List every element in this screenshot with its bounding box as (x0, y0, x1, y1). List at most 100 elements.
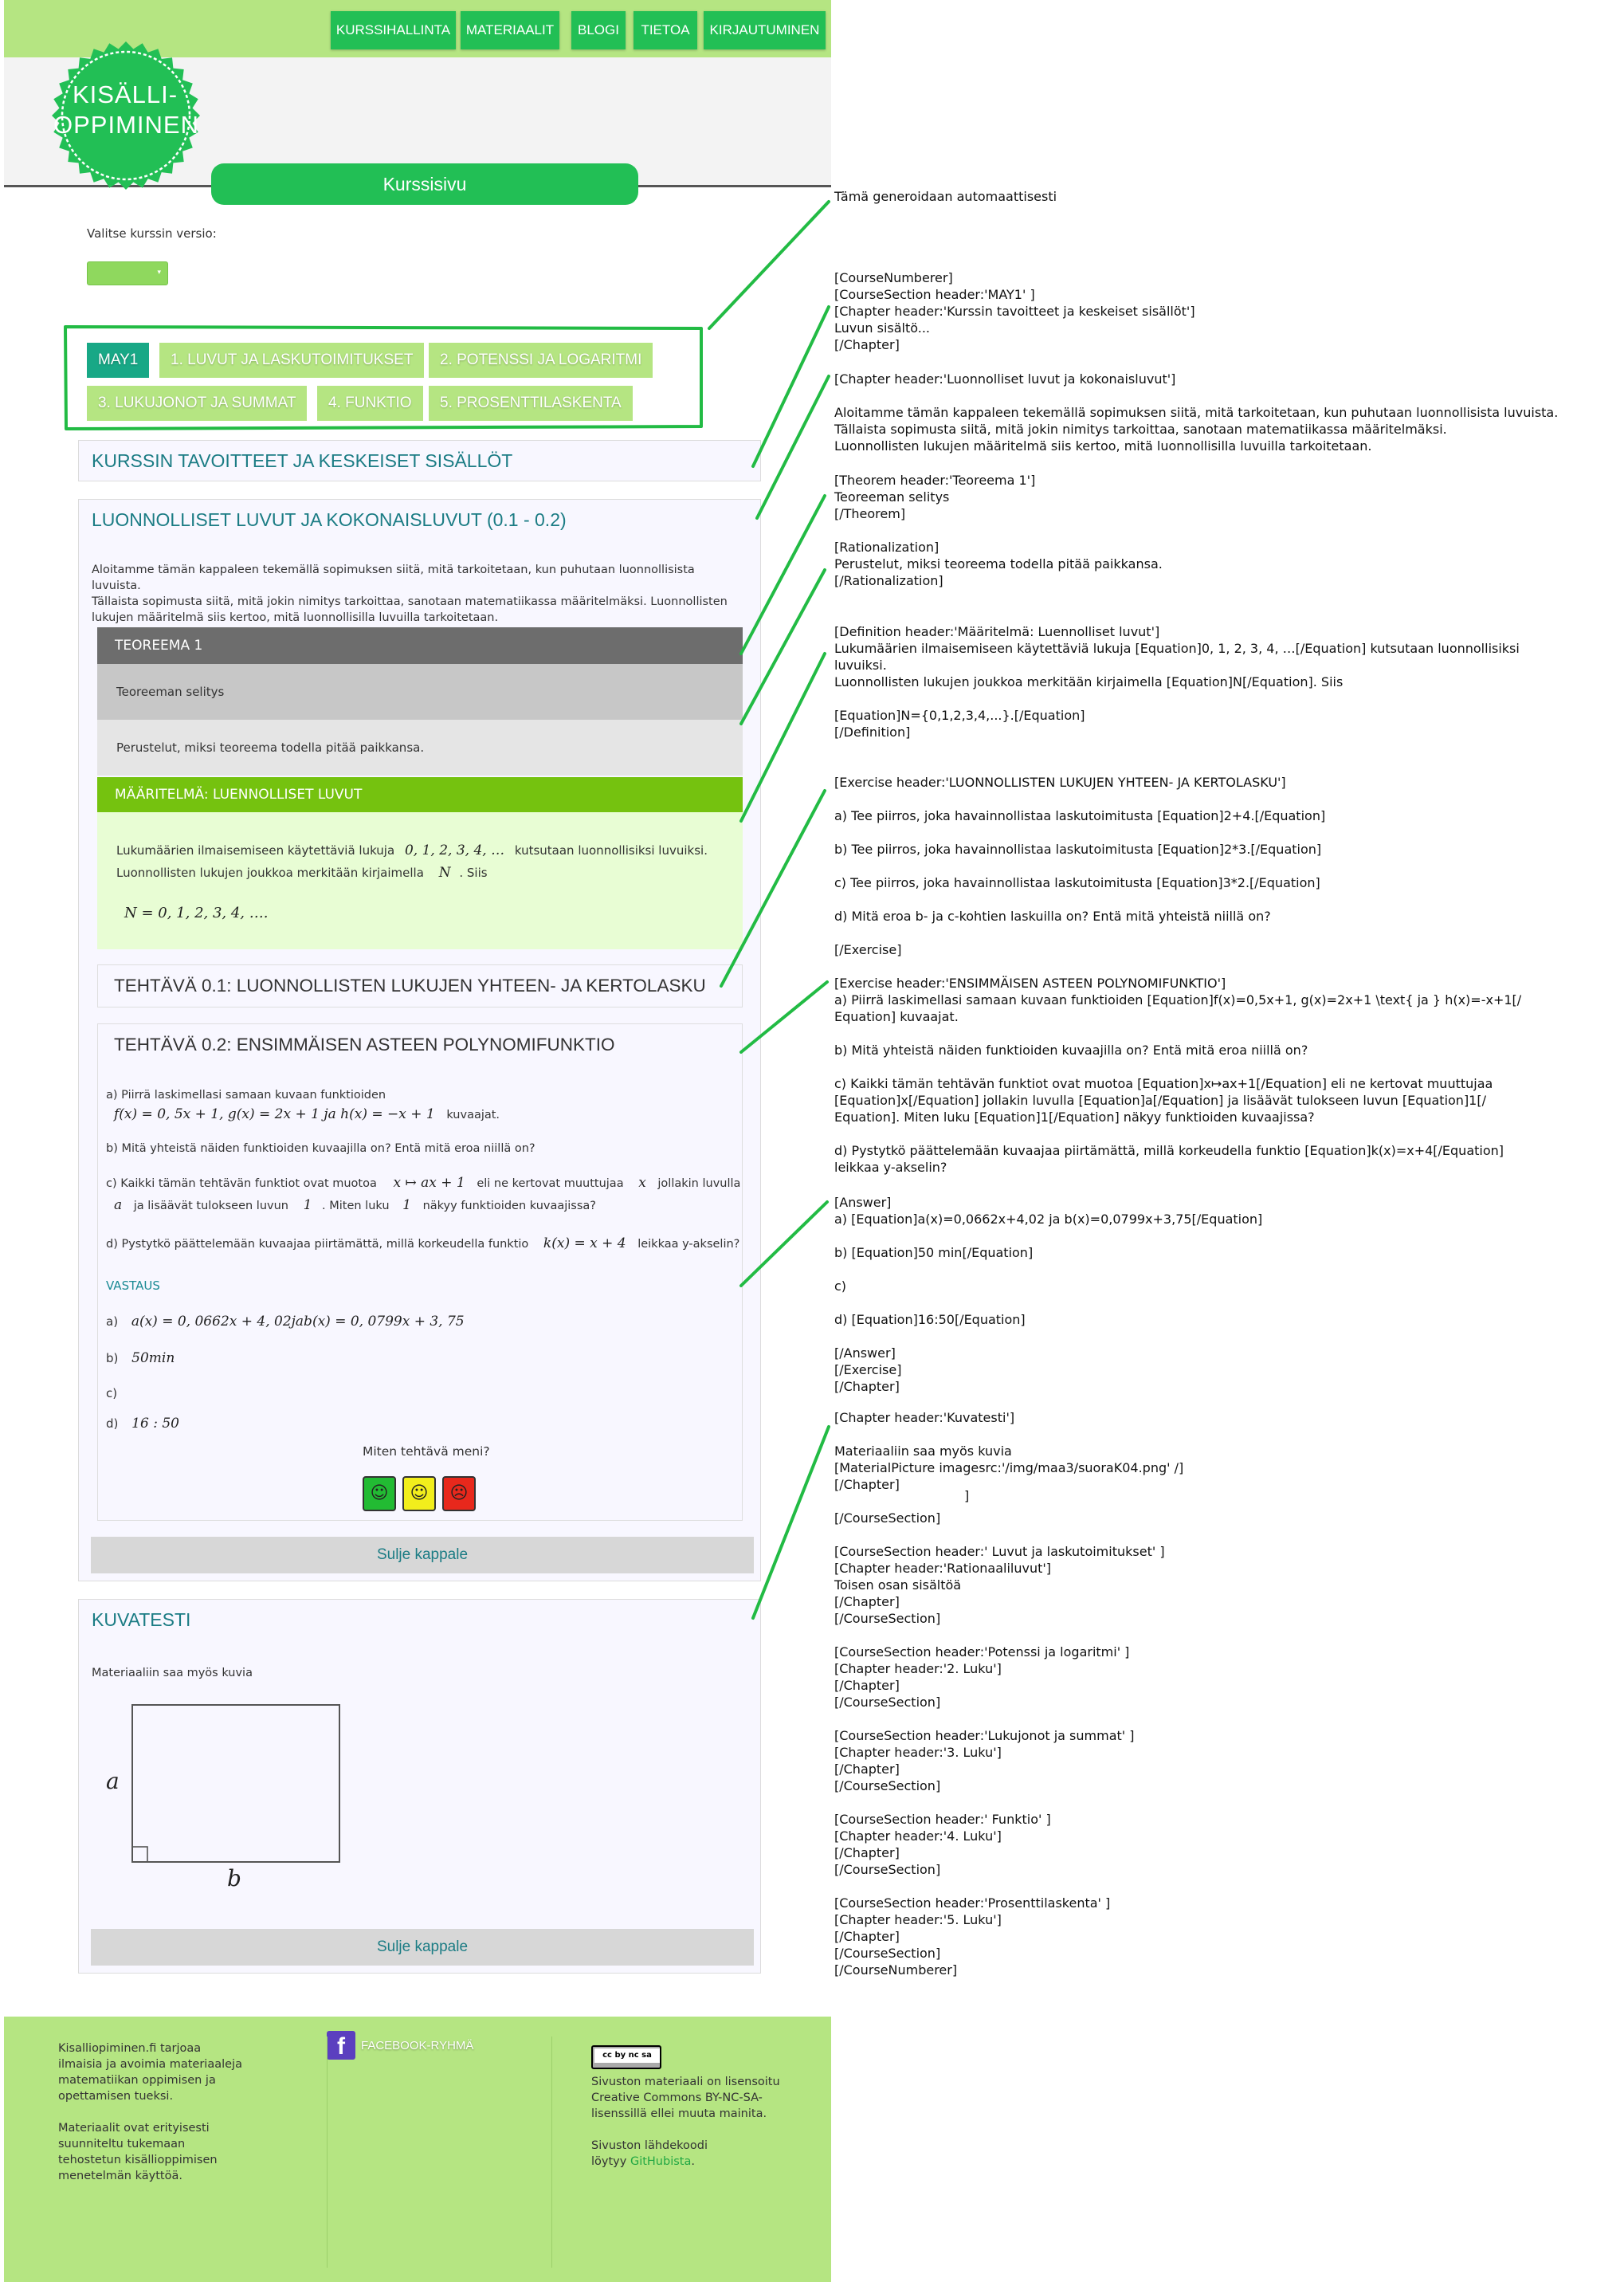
exercise-question-c: c) Kaikki tämän tehtävän funktiot ovat m… (106, 1175, 740, 1191)
exercise-0-1-title[interactable]: TEHTÄVÄ 0.1: LUONNOLLISTEN LUKUJEN YHTEE… (104, 965, 706, 1007)
question-text: a) Piirrä laskimellasi samaan kuvaan fun… (106, 1089, 386, 1102)
footer: Kisalliopiminen.fi tarjoaa ilmaisia ja a… (4, 2017, 831, 2282)
footer-text: Sivuston lähdekoodi (591, 2139, 708, 2152)
logo-line-2: OPPIMINEN (53, 111, 199, 139)
footer-text: suunniteltu tukemaan (58, 2138, 186, 2150)
tab-funktio[interactable]: 4. FUNKTIO (317, 386, 423, 421)
neutral-face-icon[interactable]: ☺ (402, 1476, 436, 1511)
creative-commons-badge[interactable]: cc by nc sa (591, 2045, 661, 2069)
answer-letter: b) (106, 1351, 119, 1365)
section-goals-title[interactable]: KURSSIN TAVOITTEET JA KESKEISET SISÄLLÖT (92, 450, 512, 472)
close-section-button[interactable]: Sulje kappale (91, 1929, 754, 1966)
footer-text: löytyy (591, 2155, 627, 2168)
question-math: 1 (303, 1197, 312, 1213)
question-text: d) Pystytkö päättelemään kuvaajaa piirtä… (106, 1238, 529, 1251)
right-angle-mark (131, 1846, 148, 1863)
footer-about: Kisalliopiminen.fi tarjoaa ilmaisia ja a… (58, 2040, 242, 2184)
annotation-rationalization: [Rationalization] Perustelut, miksi teor… (834, 540, 1163, 588)
question-math: a (114, 1197, 123, 1213)
answer-label[interactable]: VASTAUS (106, 1278, 160, 1293)
answer-math: a(x) = 0, 0662x + 4, 02jab(x) = 0, 0799x… (131, 1314, 465, 1330)
annotation-course-sections: [/CourseSection] [CourseSection header:'… (834, 1510, 1165, 1978)
tab-may1[interactable]: MAY1 (87, 343, 150, 378)
happy-face-icon[interactable]: ☺ (363, 1476, 396, 1511)
section-goals[interactable]: KURSSIN TAVOITTEET JA KESKEISET SISÄLLÖT (78, 440, 761, 481)
footer-text: Creative Commons BY-NC-SA- (591, 2092, 763, 2104)
logo-line-1: KISÄLLI- (72, 81, 178, 108)
nav-tietoa[interactable]: TIETOA (634, 11, 697, 49)
answer-letter: c) (106, 1386, 118, 1400)
answer-d: d) 16 : 50 (106, 1416, 179, 1432)
annotation-kuvatesti: [Chapter header:'Kuvatesti'] Materiaalii… (834, 1410, 1184, 1492)
exercise-question-b: b) Mitä yhteistä näiden funktioiden kuva… (106, 1142, 535, 1155)
question-math: k(x) = x + 4 (543, 1235, 626, 1251)
theorem-rationale: Perustelut, miksi teoreema todella pitää… (97, 720, 743, 776)
footer-text: menetelmän käyttöä. (58, 2170, 182, 2182)
question-math: x ↦ ax + 1 (393, 1175, 465, 1191)
footer-divider (327, 2037, 328, 2268)
annotation-auto-generated: Tämä generoidaan automaattisesti (834, 189, 1057, 204)
answer-c: c) (106, 1385, 127, 1401)
annotation-theorem: [Theorem header:'Teoreema 1'] Teoreeman … (834, 473, 1036, 521)
definition-title: MÄÄRITELMÄ: LUENNOLLISET LUVUT (97, 777, 743, 812)
tab-luvut-ja-laskutoimitukset[interactable]: 1. LUVUT JA LASKUTOIMITUKSET (159, 343, 425, 378)
question-text: c) Kaikki tämän tehtävän funktiot ovat m… (106, 1177, 377, 1190)
version-select[interactable]: ▾ (87, 261, 168, 285)
tab-prosenttilaskenta[interactable]: 5. PROSENTTILASKENTA (429, 386, 633, 421)
nav-kirjautuminen[interactable]: KIRJAUTUMINEN (704, 11, 826, 49)
definition-math: 0, 1, 2, 3, 4, … (404, 842, 505, 858)
rectangle-figure: a b (106, 1704, 340, 1889)
annotation-exercise-1: [Exercise header:'LUONNOLLISTEN LUKUJEN … (834, 775, 1326, 957)
annotation-definition: [Definition header:'Määritelmä: Luennoll… (834, 624, 1520, 740)
footer-text: Kisalliopiminen.fi tarjoaa (58, 2042, 202, 2055)
question-text: kuvaajat. (446, 1109, 500, 1121)
answer-a: a) a(x) = 0, 0662x + 4, 02jab(x) = 0, 07… (106, 1314, 465, 1330)
definition-line-2: Luonnollisten lukujen joukkoa merkitään … (116, 865, 488, 881)
annotation-bracket: ] (964, 1488, 970, 1503)
annotation-answer: [Answer] a) [Equation]a(x)=0,0662x+4,02 … (834, 1195, 1263, 1394)
answer-letter: d) (106, 1416, 119, 1431)
question-text: eli ne kertovat muuttujaa (477, 1177, 624, 1190)
definition-math: N (438, 865, 451, 881)
definition-text: Lukumäärien ilmaisemiseen käytettäviä lu… (116, 843, 395, 858)
nav-blogi[interactable]: BLOGI (571, 11, 626, 49)
question-text: . Miten luku (322, 1200, 390, 1212)
answer-letter: a) (106, 1314, 119, 1329)
footer-divider (551, 2037, 552, 2268)
page-title-tab: Kurssisivu (211, 163, 638, 205)
footer-text: matematiikan oppimisen ja (58, 2074, 216, 2087)
chapter-intro-text: Aloitamme tämän kappaleen tekemällä sopi… (92, 562, 745, 626)
theorem-body: Teoreeman selitys (97, 664, 743, 720)
github-link[interactable]: GitHubista (630, 2155, 691, 2168)
tab-lukujonot-ja-summat[interactable]: 3. LUKUJONOT JA SUMMAT (87, 386, 308, 421)
close-section-button[interactable]: Sulje kappale (91, 1537, 754, 1573)
section-pictures-title[interactable]: KUVATESTI (92, 1609, 190, 1631)
annotation-exercise-2: [Exercise header:'ENSIMMÄISEN ASTEEN POL… (834, 976, 1522, 1175)
tab-potenssi-ja-logaritmi[interactable]: 2. POTENSSI JA LOGARITMI (429, 343, 653, 378)
nav-kurssihallinta[interactable]: KURSSIHALLINTA (331, 11, 456, 49)
chevron-down-icon: ▾ (157, 269, 161, 277)
figure-label-b: b (227, 1865, 241, 1889)
section-natural-numbers-title[interactable]: LUONNOLLISET LUVUT JA KOKONAISLUVUT (0.1… (92, 509, 567, 531)
nav-materiaalit[interactable]: MATERIAALIT (461, 11, 559, 49)
definition-text: kutsutaan luonnollisiksi luvuiksi. (514, 843, 708, 858)
question-text: leikkaa y-akselin? (637, 1238, 740, 1251)
answer-math: 16 : 50 (131, 1416, 179, 1432)
definition-line-1: Lukumäärien ilmaisemiseen käytettäviä lu… (116, 842, 708, 858)
question-math: x (638, 1175, 646, 1191)
figure-rectangle (131, 1704, 340, 1863)
intro-line: Tällaista sopimusta siitä, mitä jokin ni… (92, 595, 728, 608)
exercise-0-2-title[interactable]: TEHTÄVÄ 0.2: ENSIMMÄISEN ASTEEN POLYNOMI… (104, 1024, 614, 1066)
facebook-group-link[interactable]: FACEBOOK-RYHMÄ (361, 2039, 473, 2052)
question-math: 1 (402, 1197, 411, 1213)
exercise-0-1[interactable]: TEHTÄVÄ 0.1: LUONNOLLISTEN LUKUJEN YHTEE… (97, 964, 743, 1007)
definition-body: Lukumäärien ilmaisemiseen käytettäviä lu… (97, 812, 743, 949)
sad-face-icon[interactable]: ☹ (442, 1476, 476, 1511)
footer-text: lisenssillä ellei muuta mainita. (591, 2107, 767, 2120)
facebook-icon[interactable]: f (327, 2031, 355, 2060)
definition-text: Luonnollisten lukujen joukkoa merkitään … (116, 866, 424, 880)
website-page: KURSSIHALLINTA MATERIAALIT BLOGI TIETOA … (4, 0, 831, 2282)
question-text: ja lisäävät tulokseen luvun (133, 1200, 288, 1212)
footer-text: tehostetun kisällioppimisen (58, 2154, 218, 2166)
footer-text: ilmaisia ja avoimia materiaaleja (58, 2058, 242, 2071)
